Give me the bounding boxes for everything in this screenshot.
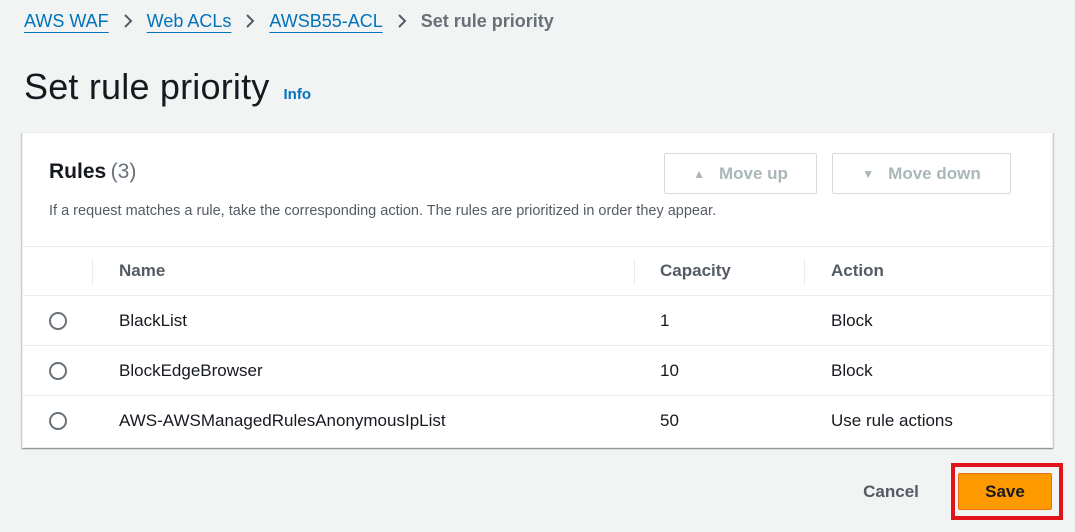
- save-button[interactable]: Save: [958, 473, 1052, 510]
- table-header: Name Capacity Action: [23, 246, 1052, 296]
- rule-name: BlockEdgeBrowser: [119, 361, 263, 380]
- rules-description: If a request matches a rule, take the co…: [49, 203, 717, 219]
- table-row[interactable]: BlockEdgeBrowser 10 Block: [23, 346, 1052, 396]
- chevron-right-icon: [397, 13, 407, 29]
- row-radio-button[interactable]: [49, 362, 67, 380]
- triangle-down-icon: ▼: [862, 166, 875, 181]
- breadcrumb-web-acls[interactable]: Web ACLs: [147, 11, 232, 32]
- column-divider: [634, 259, 635, 285]
- rules-panel-header: Rules (3): [49, 160, 136, 184]
- rule-name: AWS-AWSManagedRulesAnonymousIpList: [119, 411, 446, 430]
- rule-action: Use rule actions: [831, 411, 953, 430]
- column-header-capacity[interactable]: Capacity: [660, 247, 731, 295]
- rules-table: Name Capacity Action BlackList 1 Block B…: [23, 246, 1052, 446]
- row-radio-button[interactable]: [49, 412, 67, 430]
- breadcrumb: AWS WAF Web ACLs AWSB55-ACL Set rule pri…: [24, 9, 554, 33]
- move-down-label: Move down: [888, 163, 981, 183]
- rule-capacity: 10: [660, 361, 679, 380]
- rule-name: BlackList: [119, 311, 188, 330]
- rules-count: (3): [110, 160, 137, 183]
- breadcrumb-aws-waf[interactable]: AWS WAF: [24, 11, 109, 32]
- cancel-button[interactable]: Cancel: [851, 474, 931, 510]
- column-divider: [92, 259, 93, 285]
- row-radio-button[interactable]: [49, 312, 67, 330]
- move-up-button[interactable]: ▲ Move up: [664, 153, 817, 194]
- breadcrumb-current: Set rule priority: [420, 10, 554, 31]
- column-header-name[interactable]: Name: [119, 247, 165, 295]
- chevron-right-icon: [123, 13, 133, 29]
- triangle-up-icon: ▲: [693, 166, 705, 181]
- rule-capacity: 50: [660, 411, 679, 430]
- table-row[interactable]: AWS-AWSManagedRulesAnonymousIpList 50 Us…: [23, 396, 1052, 446]
- page-title: Set rule priority: [24, 66, 270, 107]
- page-header: Set rule priority Info: [24, 66, 311, 108]
- column-divider: [804, 259, 805, 285]
- info-link[interactable]: Info: [284, 86, 312, 103]
- rule-capacity: 1: [660, 311, 670, 330]
- move-up-label: Move up: [718, 163, 788, 183]
- column-header-action[interactable]: Action: [831, 247, 884, 295]
- table-row[interactable]: BlackList 1 Block: [23, 296, 1052, 346]
- move-down-button[interactable]: ▼ Move down: [832, 153, 1011, 194]
- rules-panel: Rules (3) If a request matches a rule, t…: [22, 132, 1053, 448]
- rule-action: Block: [831, 361, 873, 380]
- rules-title: Rules: [49, 160, 107, 183]
- chevron-right-icon: [245, 13, 255, 29]
- rule-action: Block: [831, 311, 873, 330]
- breadcrumb-acl[interactable]: AWSB55-ACL: [269, 11, 382, 32]
